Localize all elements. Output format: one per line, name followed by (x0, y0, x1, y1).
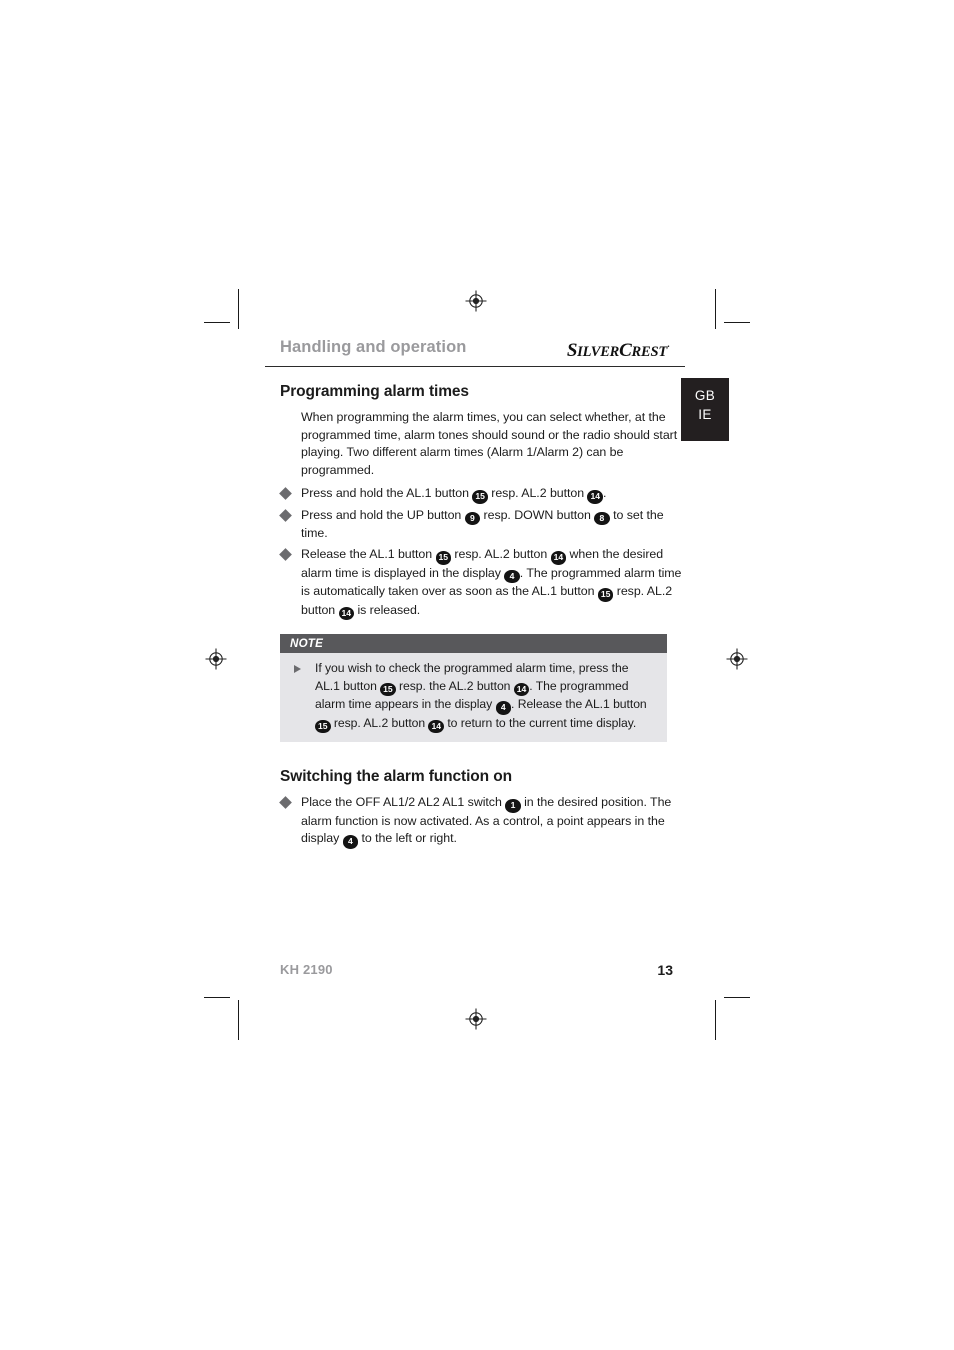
part-number-badge: 14 (587, 490, 603, 504)
language-tab-line-2: IE (698, 407, 712, 422)
crop-mark-top-right-v (715, 289, 716, 329)
note-body: If you wish to check the programmed alar… (280, 653, 667, 743)
part-number-badge: 4 (495, 701, 512, 715)
brand-rest: REST (631, 344, 668, 360)
crop-mark-top-left-v (238, 289, 239, 329)
intro-paragraph: When programming the alarm times, you ca… (301, 410, 678, 477)
heading-switching-alarm-function-on: Switching the alarm function on (280, 768, 512, 786)
language-tab-line-1: GB (694, 388, 716, 403)
note-text: If you wish to check the programmed alar… (315, 661, 647, 734)
footer-page-number: 13 (657, 962, 673, 978)
diamond-bullet-icon (279, 487, 292, 501)
bullet-item: Release the AL.1 button 15 resp. AL.2 bu… (265, 546, 685, 621)
part-number-badge: 14 (513, 682, 530, 697)
brand-ilver: ILVER (577, 344, 620, 360)
part-number-badge: 14 (550, 551, 567, 565)
bullet-item: Press and hold the UP button 9 resp. DOW… (265, 507, 685, 543)
page-footer: KH 2190 13 (265, 962, 685, 982)
crop-mark-bottom-left-h (204, 997, 230, 998)
note-item: If you wish to check the programmed alar… (290, 660, 655, 734)
section-running-title: Handling and operation (280, 338, 467, 356)
diamond-bullet-icon (279, 796, 292, 810)
bullet-text: Press and hold the AL.1 button 15 resp. … (301, 486, 606, 504)
brand-s: S (566, 340, 578, 361)
brand-c: C (619, 340, 632, 361)
part-number-badge: 4 (504, 569, 520, 584)
part-number-badge: 15 (435, 551, 452, 565)
bullet-item: Place the OFF AL1/2 AL2 AL1 switch 1 in … (265, 794, 685, 849)
part-number-badge: 15 (597, 588, 614, 602)
part-number-badge: 14 (338, 606, 355, 621)
bullet-text: Release the AL.1 button 15 resp. AL.2 bu… (301, 547, 681, 621)
document-page: GB IE Handling and operation SILVERCREST… (0, 0, 954, 1350)
crop-mark-bottom-right-h (724, 997, 750, 998)
silvercrest-logo: SILVERCREST· (567, 340, 670, 362)
crop-mark-bottom-right-v (715, 1000, 716, 1040)
bullet-text: Press and hold the UP button 9 resp. DOW… (301, 507, 664, 541)
running-header: Handling and operation SILVERCREST· (265, 338, 685, 367)
part-number-badge: 8 (594, 511, 610, 526)
note-header: NOTE (280, 634, 667, 654)
crop-mark-bottom-left-v (238, 1000, 239, 1040)
heading-programming-alarm-times: Programming alarm times (280, 383, 469, 400)
part-number-badge: 15 (472, 490, 488, 504)
registration-mark-top (465, 290, 487, 312)
part-number-badge: 9 (464, 511, 481, 526)
part-number-badge: 15 (380, 682, 396, 697)
part-number-badge: 15 (315, 719, 331, 734)
bullet-text: Place the OFF AL1/2 AL2 AL1 switch 1 in … (301, 795, 671, 849)
page-content: Handling and operation SILVERCREST· Prog… (265, 338, 685, 852)
part-number-badge: 4 (342, 835, 359, 849)
bullet-item: Press and hold the AL.1 button 15 resp. … (265, 485, 685, 504)
trademark-icon: · (666, 341, 670, 352)
note-box: NOTE If you wish to check the programmed… (280, 634, 667, 743)
diamond-bullet-icon (279, 548, 292, 561)
diamond-bullet-icon (279, 509, 292, 522)
crop-mark-top-left-h (204, 322, 230, 323)
crop-mark-top-right-h (724, 322, 750, 323)
registration-mark-bottom (465, 1008, 487, 1030)
bullet-list-programming: Press and hold the AL.1 button 15 resp. … (265, 485, 685, 621)
footer-model-number: KH 2190 (280, 962, 333, 977)
triangle-bullet-icon (294, 665, 301, 674)
registration-mark-right (726, 648, 748, 670)
registration-mark-left (205, 648, 227, 670)
part-number-badge: 14 (428, 719, 444, 734)
bullet-list-switching: Place the OFF AL1/2 AL2 AL1 switch 1 in … (265, 794, 685, 849)
language-tab: GB IE (681, 378, 729, 441)
part-number-badge: 1 (505, 799, 521, 813)
